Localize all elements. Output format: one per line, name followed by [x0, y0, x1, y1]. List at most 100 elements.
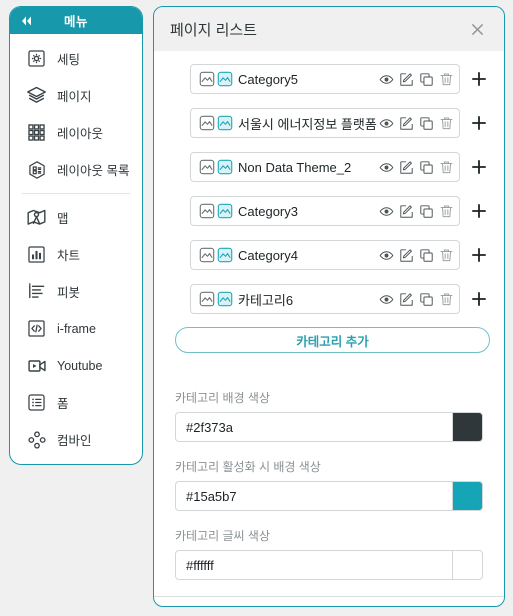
sidebar-divider [22, 193, 130, 194]
visibility-eye-icon[interactable] [378, 203, 394, 219]
sidebar-item-label: 레이아웃 목록 [57, 164, 130, 178]
sidebar-nav: 세팅 페이지 레이아웃 레이아웃 목록 맵 차트 피봇 i-frame Yout… [10, 34, 142, 464]
image-icon [199, 203, 215, 219]
category-row[interactable]: Non Data Theme_2 [190, 152, 460, 182]
layout-list-icon [26, 159, 47, 180]
sidebar-item-label: 레이아웃 [57, 127, 104, 141]
grid-icon [26, 122, 47, 143]
field-label: 카테고리 배경 색상 [175, 391, 270, 405]
thumbnail-icons [199, 291, 233, 307]
thumbnail-icons [199, 247, 233, 263]
background-color-swatch[interactable] [452, 412, 483, 442]
plus-icon[interactable] [468, 288, 490, 310]
edit-pencil-icon[interactable] [398, 71, 414, 87]
category-row[interactable]: 서울시 에너지정보 플랫폼 [190, 108, 460, 138]
row-actions [378, 247, 454, 263]
category-row[interactable]: 카테고리6 [190, 284, 460, 314]
add-category-button[interactable]: 카테고리 추가 [175, 327, 490, 353]
image-icon [199, 291, 215, 307]
sidebar-item-label: Youtube [57, 358, 103, 373]
duplicate-copy-icon[interactable] [418, 115, 434, 131]
image-icon [199, 159, 215, 175]
panel-header: 페이지 리스트 [154, 7, 504, 51]
category-list: Category5 서울시 에너지정보 플랫폼 Non Data Theme_2… [154, 51, 504, 363]
close-icon[interactable] [464, 16, 490, 42]
field-background-color: 카테고리 배경 색상 [175, 389, 483, 442]
category-name: Category4 [238, 247, 298, 263]
plus-icon[interactable] [468, 68, 490, 90]
gear-icon [26, 48, 47, 69]
sidebar-item-label: 맵 [57, 212, 69, 226]
delete-trash-icon[interactable] [438, 291, 454, 307]
delete-trash-icon[interactable] [438, 115, 454, 131]
visibility-eye-icon[interactable] [378, 159, 394, 175]
sidebar-item-pivot[interactable]: 피봇 [10, 273, 142, 310]
sidebar-item-setting[interactable]: 세팅 [10, 40, 142, 77]
list-item: 서울시 에너지정보 플랫폼 [154, 101, 504, 145]
sidebar-item-iframe[interactable]: i-frame [10, 310, 142, 347]
sidebar-item-form[interactable]: 폼 [10, 384, 142, 421]
plus-icon[interactable] [468, 156, 490, 178]
duplicate-copy-icon[interactable] [418, 247, 434, 263]
category-style-form: 카테고리 배경 색상 카테고리 활성화 시 배경 색상 카테고리 글씨 색상 [154, 375, 504, 596]
background-color-input[interactable] [175, 412, 452, 442]
form-list-icon [26, 392, 47, 413]
thumbnail-icons [199, 203, 233, 219]
delete-trash-icon[interactable] [438, 203, 454, 219]
sidebar-item-youtube[interactable]: Youtube [10, 347, 142, 384]
category-name: 카테고리6 [238, 292, 294, 308]
sidebar-item-page[interactable]: 페이지 [10, 77, 142, 114]
category-row[interactable]: Category3 [190, 196, 460, 226]
visibility-eye-icon[interactable] [378, 115, 394, 131]
edit-pencil-icon[interactable] [398, 291, 414, 307]
plus-icon[interactable] [468, 200, 490, 222]
active-background-color-input[interactable] [175, 481, 452, 511]
edit-pencil-icon[interactable] [398, 159, 414, 175]
duplicate-copy-icon[interactable] [418, 291, 434, 307]
field-label: 카테고리 활성화 시 배경 색상 [175, 460, 321, 474]
sidebar-item-combine[interactable]: 컴바인 [10, 421, 142, 458]
text-color-swatch[interactable] [452, 550, 483, 580]
image-icon-active [217, 247, 233, 263]
sidebar-item-layout[interactable]: 레이아웃 [10, 114, 142, 151]
edit-pencil-icon[interactable] [398, 247, 414, 263]
row-actions [378, 115, 454, 131]
double-chevron-left-icon[interactable] [19, 14, 33, 28]
image-icon-active [217, 71, 233, 87]
sidebar-item-map[interactable]: 맵 [10, 199, 142, 236]
thumbnail-icons [199, 159, 233, 175]
image-icon-active [217, 203, 233, 219]
visibility-eye-icon[interactable] [378, 291, 394, 307]
edit-pencil-icon[interactable] [398, 115, 414, 131]
category-name: 서울시 에너지정보 플랫폼 [238, 116, 377, 132]
map-icon [26, 207, 47, 228]
delete-trash-icon[interactable] [438, 247, 454, 263]
image-icon [199, 71, 215, 87]
category-row[interactable]: Category4 [190, 240, 460, 270]
duplicate-copy-icon[interactable] [418, 159, 434, 175]
plus-icon[interactable] [468, 244, 490, 266]
visibility-eye-icon[interactable] [378, 71, 394, 87]
delete-trash-icon[interactable] [438, 71, 454, 87]
sidebar-item-chart[interactable]: 차트 [10, 236, 142, 273]
visibility-eye-icon[interactable] [378, 247, 394, 263]
sidebar-item-layout-list[interactable]: 레이아웃 목록 [10, 151, 142, 188]
ok-button[interactable]: OK > [302, 606, 357, 607]
page-title: 페이지 리스트 [170, 21, 257, 39]
thumbnail-icons [199, 115, 233, 131]
active-background-color-swatch[interactable] [452, 481, 483, 511]
duplicate-copy-icon[interactable] [418, 203, 434, 219]
panel-footer: OK > [154, 596, 504, 607]
sidebar-item-label: 페이지 [57, 90, 92, 104]
field-input-row [175, 412, 483, 442]
duplicate-copy-icon[interactable] [418, 71, 434, 87]
delete-trash-icon[interactable] [438, 159, 454, 175]
category-name: Category5 [238, 71, 298, 87]
image-icon-active [217, 115, 233, 131]
text-color-input[interactable] [175, 550, 452, 580]
video-icon [26, 355, 47, 376]
plus-icon[interactable] [468, 112, 490, 134]
edit-pencil-icon[interactable] [398, 203, 414, 219]
sidebar-header: 메뉴 [10, 7, 142, 34]
category-row[interactable]: Category5 [190, 64, 460, 94]
